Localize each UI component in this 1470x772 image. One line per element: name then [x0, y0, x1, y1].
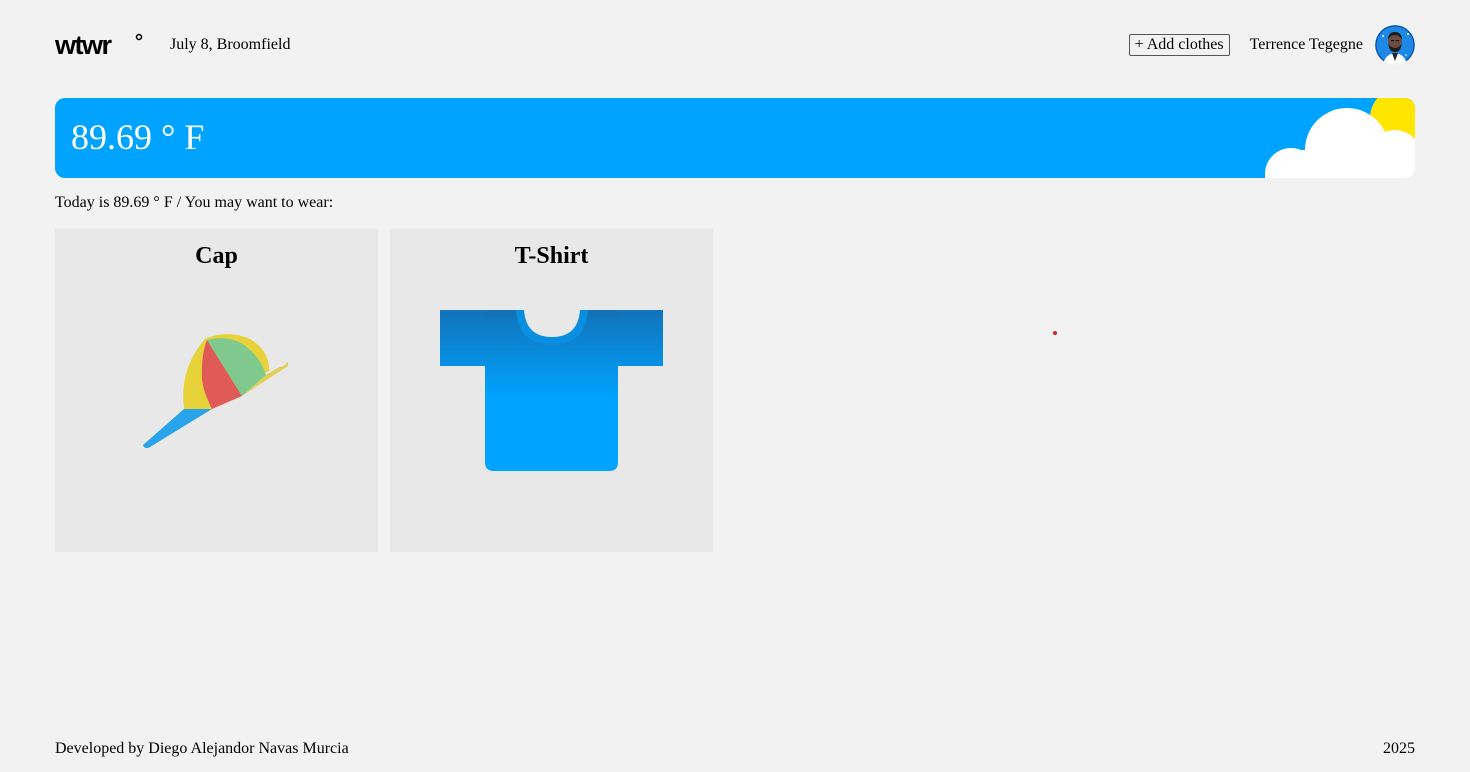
- clothing-card-title: Cap: [195, 243, 238, 269]
- date-location: July 8, Broomfield: [170, 36, 291, 53]
- username: Terrence Tegegne: [1249, 36, 1363, 53]
- clothing-suggestion: Today is 89.69 ° F / You may want to wea…: [55, 194, 334, 211]
- clothing-card-cap[interactable]: Cap: [55, 229, 378, 552]
- add-clothes-button[interactable]: + Add clothes: [1128, 34, 1230, 56]
- tshirt-icon: [440, 310, 663, 471]
- weather-temperature: 89.69 ° F: [71, 117, 205, 157]
- header-actions: + Add clothes Terrence Tegegne: [1128, 25, 1415, 65]
- footer-year: 2025: [1383, 740, 1415, 757]
- footer-developer: Developed by Diego Alejandor Navas Murci…: [55, 740, 349, 757]
- logo[interactable]: wtwr: [55, 32, 145, 58]
- clothing-card-title: T-Shirt: [514, 243, 589, 269]
- avatar[interactable]: [1375, 25, 1415, 65]
- clothing-card-tshirt[interactable]: T-Shirt: [390, 229, 713, 552]
- cap-icon: [143, 334, 288, 449]
- clothing-list: Cap T-Shirt: [55, 229, 713, 552]
- svg-text:wtwr: wtwr: [55, 32, 112, 58]
- site-footer: Developed by Diego Alejandor Navas Murci…: [55, 740, 1415, 758]
- logo-wordmark: wtwr: [55, 32, 143, 58]
- site-header: wtwr July 8, Broomfield + Add clothes Te…: [55, 25, 1415, 65]
- cursor-dot: [1053, 331, 1057, 335]
- weather-card: 89.69 ° F: [55, 98, 1415, 178]
- sun-cloud-icon: [1265, 98, 1415, 178]
